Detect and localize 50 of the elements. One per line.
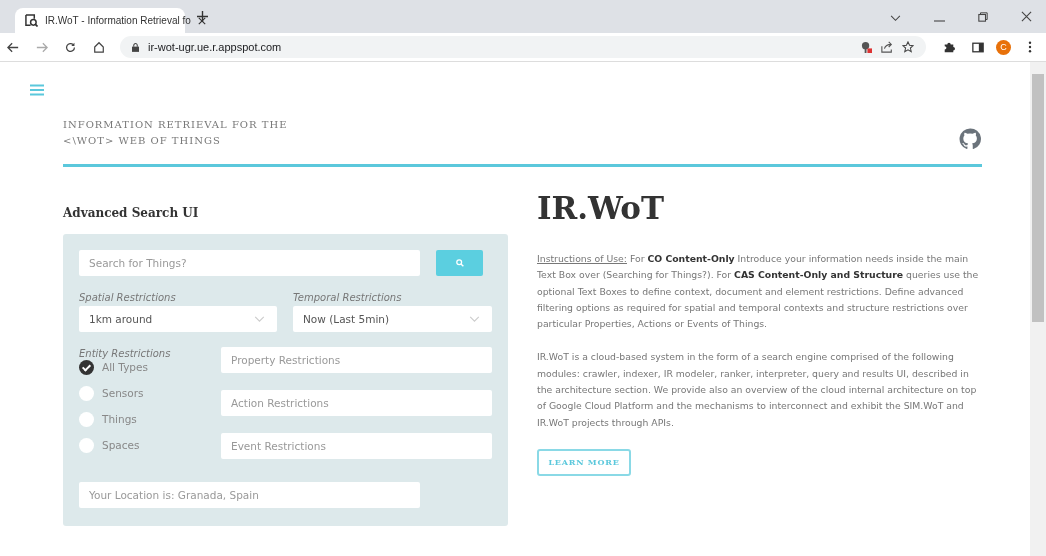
chevron-down-icon: [254, 316, 265, 322]
temporal-dropdown[interactable]: Now (Last 5min): [293, 306, 492, 332]
puzzle-icon[interactable]: [943, 41, 955, 53]
radio-button[interactable]: [79, 411, 94, 427]
search-document-icon: [25, 14, 38, 27]
key-icon[interactable]: [861, 40, 872, 54]
spatial-dropdown[interactable]: 1km around: [79, 306, 277, 332]
radio-button[interactable]: [79, 437, 94, 453]
star-icon[interactable]: [902, 41, 914, 53]
radio-button[interactable]: [79, 359, 94, 375]
address-bar[interactable]: ir-wot-ugr.ue.r.appspot.com: [120, 36, 926, 58]
home-icon[interactable]: [93, 41, 105, 53]
restore-icon[interactable]: [978, 12, 988, 22]
field-label: Spatial Restrictions: [79, 292, 177, 303]
location-field[interactable]: Your Location is: Granada, Spain: [79, 482, 420, 508]
restriction-field[interactable]: Action Restrictions: [221, 390, 492, 416]
page-title: IR.WoT: [537, 189, 666, 228]
search-icon: [455, 259, 464, 267]
scrollbar[interactable]: [1030, 62, 1046, 556]
site-title: INFORMATION RETRIEVAL FOR THE: [63, 118, 288, 132]
close-icon[interactable]: [197, 16, 206, 25]
radio-label: Things: [102, 413, 137, 425]
chevron-down-icon[interactable]: [890, 15, 901, 22]
tab-title: IR.WoT - Information Retrieval fo: [45, 15, 191, 26]
restriction-field[interactable]: Event Restrictions: [221, 433, 492, 459]
close-icon[interactable]: [1021, 11, 1032, 22]
chevron-down-icon: [469, 316, 480, 322]
more-icon[interactable]: [1028, 41, 1032, 53]
sidebar-icon[interactable]: [972, 41, 984, 53]
back-icon[interactable]: [7, 41, 19, 53]
lock-icon: [132, 42, 139, 52]
reload-icon[interactable]: [65, 41, 76, 53]
scrollbar-thumb[interactable]: [1032, 74, 1044, 322]
section-heading: Advanced Search UI: [63, 206, 200, 220]
restriction-field[interactable]: Property Restrictions: [221, 347, 492, 373]
github-icon[interactable]: [959, 128, 981, 150]
search-field[interactable]: Search for Things?: [79, 250, 420, 276]
field-label: Temporal Restrictions: [293, 292, 403, 303]
instructions-link[interactable]: Instructions of Use:: [537, 253, 627, 264]
instructions-paragraph: Instructions of Use: For CO Content-Only Introduce your information needs inside the main Text Box over (Searching for Things?). For CAS Content-Only and Structure queries use the optional Text Boxes to define context, document and element restrictions. Define advanced filtering options as required for spatial and temporal contexts and structure restrictions over particular Properties, Actions or Events of Things.: [537, 252, 980, 332]
share-icon[interactable]: [881, 41, 893, 53]
radio-label: Spaces: [102, 439, 140, 451]
field-label: Entity Restrictions: [79, 348, 172, 359]
new-tab-icon[interactable]: [197, 11, 208, 22]
site-title: <\WOT> WEB OF THINGS: [63, 134, 222, 148]
radio-button[interactable]: [79, 385, 94, 401]
description-paragraph: IR.WoT is a cloud-based system in the form of a search engine comprised of the following modules: crawler, indexer, IR modeler, ranker, interpreter, query and results UI, described in the architecture section. We provide also an overview of the cloud internal architecture on top of Google Cloud Platform and the mechanisms to interconnect and exhibit the SIM.WoT and IR.WoT projects through APIs.: [537, 350, 978, 430]
radio-label: All Types: [102, 361, 148, 373]
radio-label: Sensors: [102, 387, 144, 399]
url-text: ir-wot-ugr.ue.r.appspot.com: [148, 41, 282, 53]
